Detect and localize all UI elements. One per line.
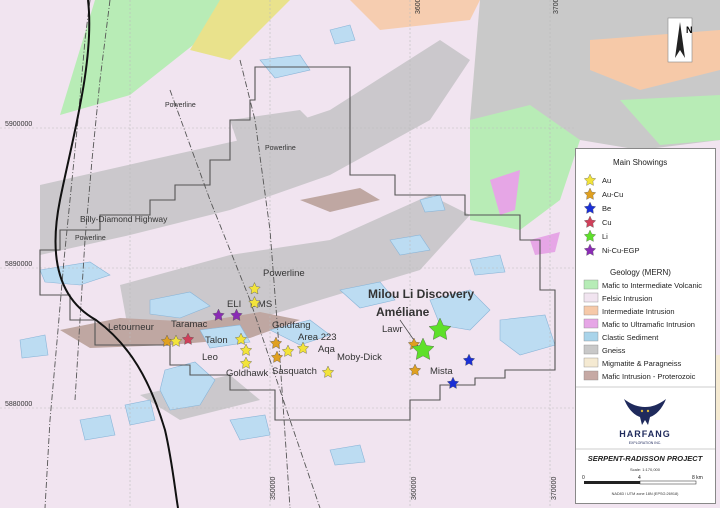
coord-x-bottom-3: 370000 — [551, 477, 558, 500]
scale-ratio: Scale: 1:170,000 — [630, 467, 661, 472]
legend-migmatite-label: Migmatite & Paragneiss — [602, 359, 681, 368]
legend-aucu-label: Au-Cu — [602, 190, 623, 199]
legend-li-icon — [583, 229, 597, 242]
svg-text:N: N — [686, 25, 693, 35]
showing-label-leo: Leo — [202, 352, 218, 363]
showing-label-talon: Talon — [205, 335, 228, 346]
legend-au-label: Au — [602, 176, 611, 185]
ameliane-label: Améliane — [376, 305, 430, 319]
showing-label-lawr: Lawr — [382, 324, 403, 335]
scale-tick-4: 4 — [638, 475, 641, 481]
scale-bar: 0 4 8 km — [582, 475, 703, 485]
legend-intermediate-label: Intermediate Intrusion — [602, 307, 675, 316]
legend-proterozoic-swatch — [583, 370, 599, 381]
showing-label-mista: Mista — [430, 366, 453, 377]
legend-geology-title: Geology (MERN) — [610, 268, 671, 277]
powerline-label-3: Powerline — [75, 235, 106, 242]
legend-ultramafic-swatch — [583, 318, 599, 329]
legend-showings-title: Main Showings — [613, 158, 667, 167]
coord-y-left-1: 5900000 — [5, 121, 32, 128]
showing-label-taramac: Taramac — [171, 319, 208, 330]
legend-clastic-label: Clastic Sediment — [602, 333, 659, 342]
project-title: SERPENT-RADISSON PROJECT — [588, 454, 704, 463]
showing-label-goldhawk: Goldhawk — [226, 368, 268, 379]
coord-y-left-2: 5890000 — [5, 261, 32, 268]
showing-label-powerline: Powerline — [263, 268, 305, 279]
legend-felsic-swatch — [583, 292, 599, 303]
legend-be-label: Be — [602, 204, 611, 213]
showing-label-sasquatch: Sasquatch — [272, 366, 317, 377]
legend-gneiss-label: Gneiss — [602, 346, 626, 355]
legend-migmatite-swatch — [583, 357, 599, 368]
harfang-logo: HARFANG EXPLORATION INC. — [619, 399, 671, 445]
legend-be-icon — [583, 201, 597, 214]
showing-label-area223: Area 223 — [298, 332, 337, 343]
legend-gneiss-swatch — [583, 344, 599, 355]
north-arrow-icon: N — [667, 17, 693, 63]
showing-label-mobydick: Moby-Dick — [337, 352, 382, 363]
legend-volcanic-swatch — [583, 279, 599, 290]
coord-x-top-1: 360000 — [415, 0, 422, 14]
showing-label-aqa: Aqa — [318, 344, 336, 355]
coord-y-left-3: 5880000 — [5, 401, 32, 408]
powerline-label-1: Powerline — [165, 102, 196, 109]
coord-x-bottom-2: 360000 — [411, 477, 418, 500]
showing-label-goldfang: Goldfang — [272, 320, 311, 331]
powerline-label-2: Powerline — [265, 145, 296, 152]
showing-label-letourneur: Letourneur — [108, 322, 154, 333]
legend-nicu-icon — [583, 243, 597, 256]
legend-li-label: Li — [602, 232, 608, 241]
legend-panel: Main Showings Au Au-Cu Be Cu Li Ni-Cu-EG… — [575, 148, 716, 504]
legend-proterozoic-label: Mafic Intrusion - Proterozoic — [602, 372, 696, 381]
legend-au-icon — [583, 173, 597, 186]
legend-cu-icon — [583, 215, 597, 228]
legend-cu-label: Cu — [602, 218, 612, 227]
legend-ultramafic-label: Mafic to Ultramafic Intrusion — [602, 320, 695, 329]
svg-text:HARFANG: HARFANG — [619, 429, 671, 439]
legend-intermediate-swatch — [583, 305, 599, 316]
scale-tick-0: 0 — [582, 475, 585, 481]
projection-note: NAD83 / UTM zone 18N (EPSG:26918) — [612, 492, 679, 496]
legend-aucu-icon — [583, 187, 597, 200]
legend-canvas: Main Showings Au Au-Cu Be Cu Li Ni-Cu-EG… — [576, 158, 715, 496]
showing-label-eli: ELI — [227, 299, 241, 310]
legend-nicu-label: Ni-Cu-EGP — [602, 246, 640, 255]
scale-tick-8: 8 km — [692, 475, 703, 481]
highway-label: Billy-Diamond Highway — [80, 214, 168, 224]
legend-volcanic-label: Mafic to Intermediate Volcanic — [602, 281, 702, 290]
svg-text:EXPLORATION INC.: EXPLORATION INC. — [629, 441, 662, 445]
discovery-label: Milou Li Discovery — [368, 287, 474, 301]
legend-clastic-swatch — [583, 331, 599, 342]
coord-x-top-2: 370000 — [553, 0, 560, 14]
legend-felsic-label: Felsic Intrusion — [602, 294, 652, 303]
coord-x-bottom-1: 350000 — [270, 477, 277, 500]
